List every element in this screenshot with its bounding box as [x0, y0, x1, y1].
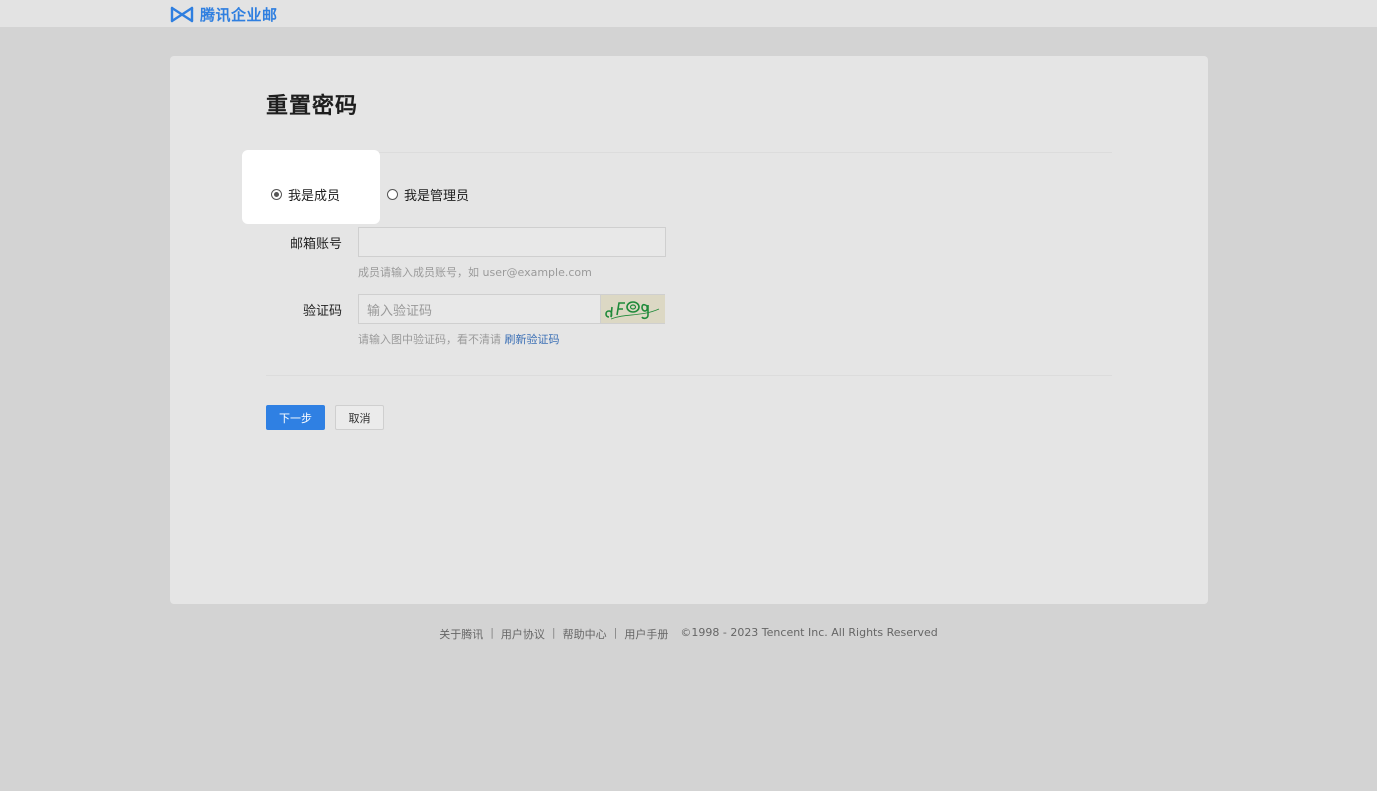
refresh-captcha-link[interactable]: 刷新验证码 [505, 333, 560, 346]
brand-logo[interactable]: 腾讯企业邮 [170, 4, 278, 24]
radio-admin-label: 我是管理员 [404, 189, 470, 204]
next-step-button[interactable]: 下一步 [266, 405, 325, 430]
divider-bottom [266, 375, 1112, 376]
footer-separator: | [490, 626, 494, 639]
footer-separator: | [613, 626, 618, 639]
email-hint: 成员请输入成员账号，如 user@example.com [358, 266, 592, 279]
captcha-hint: 请输入图中验证码，看不清请 刷新验证码 [358, 331, 560, 347]
radio-member-label: 我是成员 [288, 189, 341, 204]
email-field[interactable] [358, 227, 666, 257]
footer-link-about[interactable]: 关于腾讯 [439, 626, 483, 642]
footer: 关于腾讯 | 用户协议 | 帮助中心 | 用户手册 ©1998 - 2023 T… [0, 626, 1377, 642]
radio-checked-icon[interactable] [271, 189, 282, 200]
brand-name: 腾讯企业邮 [200, 5, 278, 24]
captcha-glyphs-icon [605, 301, 660, 320]
captcha-label: 验证码 [302, 304, 342, 319]
cancel-button[interactable]: 取消 [335, 405, 384, 430]
reset-password-card: 重置密码 我是成员 我是管理员 邮箱账号 成员请输入成员账号，如 user@ex… [170, 56, 1208, 604]
footer-link-agreement[interactable]: 用户协议 [501, 626, 545, 642]
captcha-placeholder: 输入验证码 [367, 303, 433, 319]
footer-link-help[interactable]: 帮助中心 [563, 626, 607, 642]
top-bar: 腾讯企业邮 [0, 0, 1377, 27]
copyright: ©1998 - 2023 Tencent Inc. All Rights Res… [680, 626, 938, 639]
email-label: 邮箱账号 [289, 237, 342, 252]
footer-link-manual[interactable]: 用户手册 [624, 626, 668, 642]
radio-admin[interactable]: 我是管理员 [387, 185, 469, 204]
radio-unchecked-icon[interactable] [387, 189, 398, 200]
page-title: 重置密码 [266, 94, 359, 119]
captcha-image[interactable] [600, 295, 665, 323]
radio-member[interactable]: 我是成员 [271, 185, 340, 204]
footer-separator: | [551, 626, 556, 639]
divider-top [266, 152, 1112, 153]
captcha-hint-text: 请输入图中验证码，看不清请 [358, 333, 501, 346]
tencent-mail-logo-icon [170, 6, 194, 22]
